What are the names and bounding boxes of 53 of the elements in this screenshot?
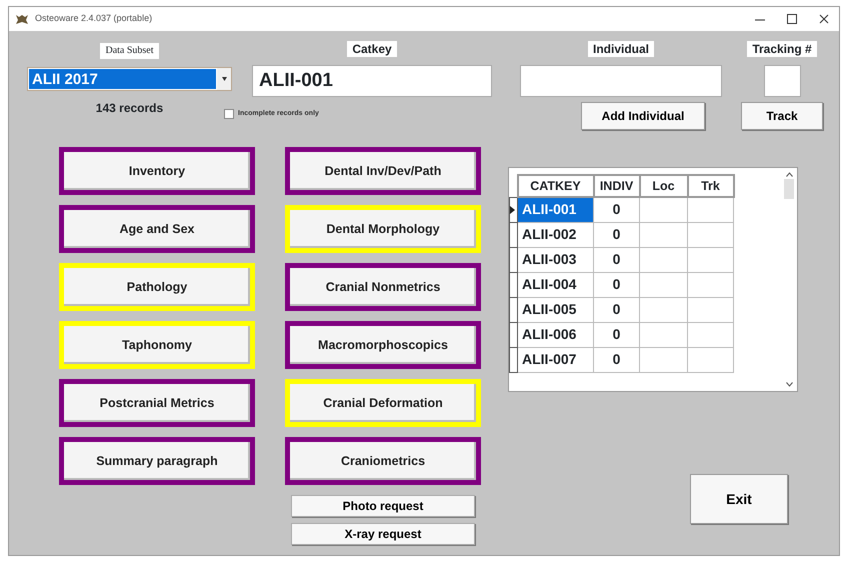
scroll-down-icon[interactable] [786, 382, 792, 387]
catkey-cell[interactable]: ALII-006 [518, 322, 594, 347]
column-header[interactable]: CATKEY [518, 175, 594, 197]
data-subset-label: Data Subset [100, 43, 159, 59]
module-button[interactable]: Craniometrics [285, 437, 481, 485]
individual-label: Individual [588, 41, 654, 57]
catkey-label: Catkey [347, 41, 397, 57]
module-button[interactable]: Taphonomy [59, 321, 255, 369]
catkey-cell[interactable]: ALII-007 [518, 347, 594, 372]
indiv-cell: 0 [594, 347, 640, 372]
scrollbar-thumb[interactable] [784, 179, 794, 199]
catkey-field[interactable]: ALII-001 [252, 65, 492, 97]
maximize-icon[interactable] [787, 14, 797, 24]
module-button[interactable]: Postcranial Metrics [59, 379, 255, 427]
scroll-up-icon[interactable] [786, 172, 792, 177]
indiv-cell: 0 [594, 197, 640, 222]
module-button[interactable]: Inventory [59, 147, 255, 195]
close-icon[interactable] [819, 14, 829, 24]
column-header[interactable]: Trk [688, 175, 734, 197]
indiv-cell: 0 [594, 272, 640, 297]
request-button[interactable]: Photo request [291, 495, 475, 517]
request-button[interactable]: X-ray request [291, 523, 475, 545]
module-button[interactable]: Dental Inv/Dev/Path [285, 147, 481, 195]
indiv-cell: 0 [594, 247, 640, 272]
module-button[interactable]: Summary paragraph [59, 437, 255, 485]
column-header[interactable]: Loc [640, 175, 688, 197]
tracking-label: Tracking # [747, 41, 817, 57]
track-button[interactable]: Track [741, 102, 823, 130]
individual-field[interactable] [520, 65, 722, 97]
record-count: 143 records [96, 100, 164, 117]
tracking-field[interactable] [764, 65, 800, 97]
dropdown-arrow-icon[interactable] [222, 77, 226, 81]
data-subset-dropdown[interactable]: ALII 2017 [27, 67, 232, 91]
checkbox[interactable] [224, 109, 234, 120]
indiv-cell: 0 [594, 297, 640, 322]
column-header[interactable]: INDIV [594, 175, 640, 197]
module-button[interactable]: Dental Morphology [285, 205, 481, 253]
indiv-cell: 0 [594, 322, 640, 347]
module-button[interactable]: Age and Sex [59, 205, 255, 253]
catkey-cell[interactable]: ALII-005 [518, 297, 594, 322]
module-button[interactable]: Cranial Deformation [285, 379, 481, 427]
catkey-cell[interactable]: ALII-001 [518, 197, 594, 222]
module-button[interactable]: Cranial Nonmetrics [285, 263, 481, 311]
catkey-cell[interactable]: ALII-003 [518, 247, 594, 272]
window-title: Osteoware 2.4.037 (portable) [35, 12, 152, 26]
indiv-cell: 0 [594, 222, 640, 247]
catkey-cell[interactable]: ALII-002 [518, 222, 594, 247]
add-individual-button[interactable]: Add Individual [581, 102, 705, 130]
exit-button[interactable]: Exit [690, 474, 788, 524]
module-button[interactable]: Pathology [59, 263, 255, 311]
catkey-cell[interactable]: ALII-004 [518, 272, 594, 297]
module-button[interactable]: Macromorphoscopics [285, 321, 481, 369]
app-emblem-icon [15, 14, 29, 24]
